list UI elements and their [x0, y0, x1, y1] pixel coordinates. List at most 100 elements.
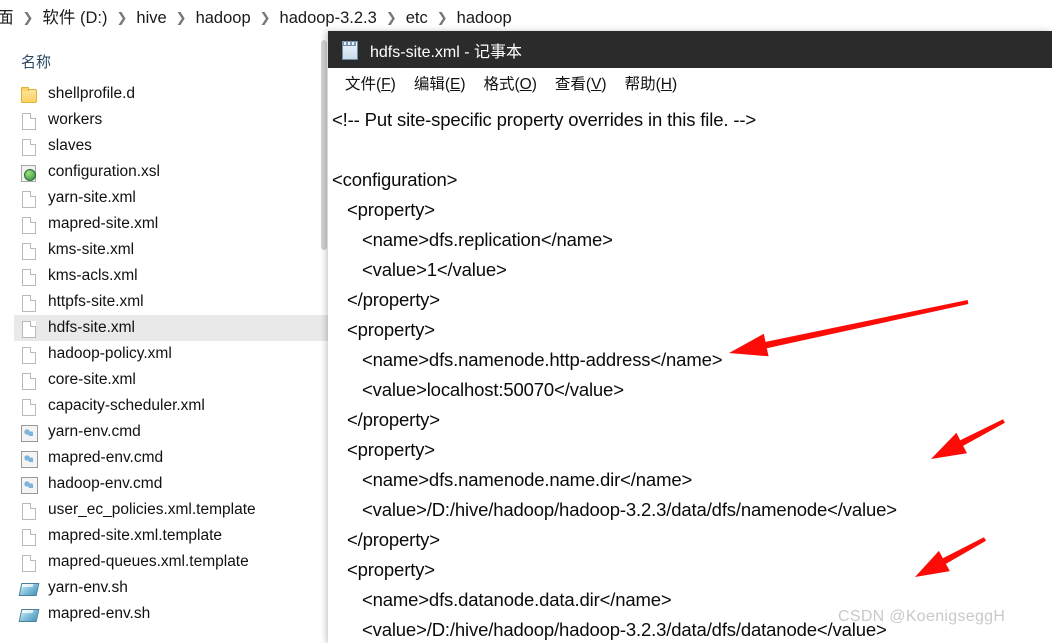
file-name-label: hadoop-env.cmd — [48, 475, 163, 492]
notepad-title-text: hdfs-site.xml - 记事本 — [370, 43, 523, 61]
code-line: <name>dfs.namenode.name.dir</name> — [332, 469, 693, 490]
file-list-item[interactable]: kms-site.xml — [14, 237, 328, 263]
file-list-item[interactable]: mapred-site.xml.template — [14, 523, 328, 549]
cmd-file-icon — [19, 449, 38, 468]
file-list-item[interactable]: yarn-env.cmd — [14, 419, 328, 445]
file-icon — [19, 111, 38, 130]
file-icon — [19, 215, 38, 234]
file-list-item[interactable]: httpfs-site.xml — [14, 289, 328, 315]
breadcrumb-item-0[interactable]: 面 — [0, 0, 15, 37]
file-list-item[interactable]: hdfs-site.xml — [14, 315, 328, 341]
notepad-text-area[interactable]: <!-- Put site-specific property override… — [328, 99, 1052, 643]
menu-item-2[interactable]: 编辑(E) — [405, 72, 475, 94]
screenshot-root: 面 ❯ 软件 (D:) ❯ hive ❯ hadoop ❯ hadoop-3.2.3 ❯ etc ❯ h… — [0, 0, 1052, 643]
file-name-label: capacity-scheduler.xml — [48, 397, 205, 414]
breadcrumb-item-2[interactable]: hive — [135, 0, 167, 37]
file-name-label: yarn-env.sh — [48, 579, 128, 596]
file-name-label: hadoop-policy.xml — [48, 345, 172, 362]
file-list-item[interactable]: mapred-queues.xml.template — [14, 549, 328, 575]
file-icon — [19, 293, 38, 312]
file-name-label: core-site.xml — [48, 371, 136, 388]
explorer-scrollbar[interactable] — [320, 40, 328, 643]
file-list-item[interactable]: mapred-env.sh — [14, 601, 328, 627]
code-line: <value>/D:/hive/hadoop/hadoop-3.2.3/data… — [332, 499, 897, 520]
xsl-file-icon — [19, 163, 38, 182]
notepad-title-bar[interactable]: hdfs-site.xml - 记事本 — [328, 31, 1052, 68]
code-line: <name>dfs.namenode.http-address</name> — [332, 349, 723, 370]
file-name-label: mapred-site.xml.template — [48, 527, 223, 544]
file-list-item[interactable]: shellprofile.d — [14, 81, 328, 107]
file-name-label: workers — [48, 111, 103, 128]
notepad-icon — [340, 40, 359, 60]
file-list-item[interactable]: mapred-env.cmd — [14, 445, 328, 471]
file-icon — [19, 371, 38, 390]
code-line: <property> — [332, 319, 435, 340]
file-list-item[interactable]: yarn-site.xml — [14, 185, 328, 211]
file-icon — [19, 137, 38, 156]
file-icon — [19, 527, 38, 546]
file-icon — [19, 267, 38, 286]
sh-file-icon — [19, 605, 38, 624]
file-name-label: mapred-queues.xml.template — [48, 553, 249, 570]
file-name-label: shellprofile.d — [48, 85, 136, 102]
file-list-item[interactable]: hadoop-env.cmd — [14, 471, 328, 497]
notepad-menu-bar[interactable]: 文件(F) 编辑(E) 格式(O) 查看(V) 帮助(H) — [328, 68, 1052, 99]
menu-item-5[interactable]: 帮助(H) — [616, 72, 687, 94]
file-list-item[interactable]: user_ec_policies.xml.template — [14, 497, 328, 523]
breadcrumb-chevron-icon: ❯ — [22, 11, 34, 26]
folder-icon — [19, 85, 38, 104]
file-name-label: mapred-env.cmd — [48, 449, 164, 466]
code-line: <property> — [332, 559, 435, 580]
code-line: <name>dfs.replication</name> — [332, 229, 613, 250]
file-icon — [19, 553, 38, 572]
file-icon — [19, 345, 38, 364]
column-header-name[interactable]: 名称 — [0, 51, 51, 72]
file-list-item[interactable]: workers — [14, 107, 328, 133]
file-list-item[interactable]: yarn-env.sh — [14, 575, 328, 601]
file-name-label: mapred-site.xml — [48, 215, 159, 232]
file-list-item[interactable]: mapred-site.xml — [14, 211, 328, 237]
file-name-label: kms-acls.xml — [48, 267, 138, 284]
file-name-label: user_ec_policies.xml.template — [48, 501, 256, 518]
menu-item-1[interactable]: 文件(F) — [336, 72, 405, 94]
file-list[interactable]: shellprofile.d workers slaves configuration… — [0, 81, 330, 643]
file-name-label: yarn-env.cmd — [48, 423, 141, 440]
file-list-item[interactable]: capacity-scheduler.xml — [14, 393, 328, 419]
breadcrumb-chevron-icon: ❯ — [116, 11, 128, 26]
breadcrumb-item-1[interactable]: 软件 (D:) — [41, 0, 108, 37]
file-name-label: yarn-site.xml — [48, 189, 136, 206]
notepad-window: hdfs-site.xml - 记事本 文件(F) 编辑(E) 格式(O) 查看(V)… — [328, 31, 1052, 643]
watermark-text: CSDN @KoenigseggH — [838, 608, 1006, 625]
file-icon — [19, 189, 38, 208]
file-name-label: slaves — [48, 137, 92, 154]
file-name-label: httpfs-site.xml — [48, 293, 144, 310]
code-line: <property> — [332, 199, 435, 220]
code-line: </property> — [332, 529, 440, 550]
file-icon — [19, 501, 38, 520]
column-header-row: 名称 — [0, 45, 328, 77]
explorer-scrollbar-thumb[interactable] — [321, 40, 327, 250]
breadcrumb-item-3[interactable]: hadoop — [195, 0, 252, 37]
cmd-file-icon — [19, 423, 38, 442]
file-name-label: kms-site.xml — [48, 241, 135, 258]
file-list-item[interactable]: kms-acls.xml — [14, 263, 328, 289]
file-list-item[interactable]: slaves — [14, 133, 328, 159]
file-list-item[interactable]: hadoop-policy.xml — [14, 341, 328, 367]
sh-file-icon — [19, 579, 38, 598]
menu-item-3[interactable]: 格式(O) — [475, 72, 546, 94]
code-line: <!-- Put site-specific property override… — [332, 109, 756, 130]
file-list-item[interactable]: core-site.xml — [14, 367, 328, 393]
breadcrumb-chevron-icon: ❯ — [175, 11, 187, 26]
file-icon — [19, 241, 38, 260]
file-list-item[interactable]: configuration.xsl — [14, 159, 328, 185]
code-line: <property> — [332, 439, 435, 460]
code-line: <configuration> — [332, 169, 458, 190]
code-line: <value>localhost:50070</value> — [332, 379, 624, 400]
file-name-label: configuration.xsl — [48, 163, 161, 180]
menu-item-4[interactable]: 查看(V) — [546, 72, 616, 94]
file-name-label: mapred-env.sh — [48, 605, 151, 622]
file-icon — [19, 319, 38, 338]
cmd-file-icon — [19, 475, 38, 494]
code-line: </property> — [332, 289, 440, 310]
